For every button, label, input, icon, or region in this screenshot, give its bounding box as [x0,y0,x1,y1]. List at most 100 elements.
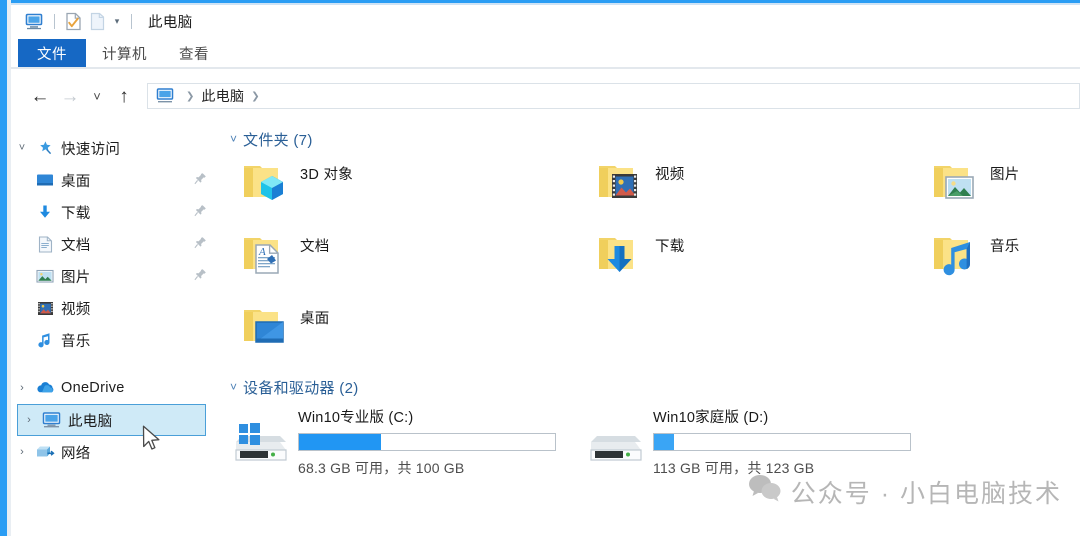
ribbon-divider [11,67,1080,69]
folder-downloads-icon [591,226,649,284]
sidebar-label-onedrive: OneDrive [61,380,125,396]
folder-3d-objects-icon [236,154,294,212]
group-title-folders: 文件夹 (7) [243,131,313,149]
sidebar-label-pictures: 图片 [61,269,91,286]
sidebar-label-music: 音乐 [61,333,91,350]
chevron-down-icon[interactable]: ˅ [11,142,33,154]
folder-item-documents[interactable]: A 文档 [222,226,577,298]
navigation-bar: ← → ˅ ↑ ❯ 此电脑 ❯ [11,78,1080,114]
drive-capacity-text: 68.3 GB 可用，共 100 GB [298,460,465,476]
folder-label: 图片 [990,167,1020,183]
breadcrumb-separator-2[interactable]: ❯ [251,91,259,102]
forward-button[interactable]: → [55,81,85,111]
folder-item-videos[interactable]: 视频 [577,154,912,226]
back-button[interactable]: ← [25,81,55,111]
tab-view[interactable]: 查看 [163,39,225,67]
tab-computer[interactable]: 计算机 [86,39,163,67]
sidebar-group-quick-access[interactable]: ˅ 快速访问 [11,132,216,164]
toolbar-separator-1 [54,13,55,29]
sidebar-label-network: 网络 [61,445,91,462]
folder-item-pictures[interactable]: 图片 [912,154,1080,226]
drive-info-c: Win10专业版 (C:) 68.3 GB 可用，共 100 GB [298,404,556,478]
sidebar-item-this-pc[interactable]: › 此电脑 [17,404,206,436]
folder-item-3d-objects[interactable]: 3D 对象 [222,154,577,226]
documents-icon [33,235,57,253]
pin-star-icon [33,140,57,157]
folder-videos-icon [591,154,649,212]
sidebar-item-desktop[interactable]: 桌面 [11,164,216,196]
explorer-body: ˅ 快速访问 桌面 下载 文档 图片 视频 音乐 › OneDrive › 此电… [11,120,1080,536]
sidebar-label-downloads: 下载 [61,205,91,222]
drive-label: Win10家庭版 (D:) [653,410,769,426]
videos-icon [33,301,57,316]
downloads-arrow-icon [33,204,57,220]
new-folder-icon[interactable] [86,10,108,32]
pin-icon[interactable] [194,172,207,188]
folders-grid: 3D 对象 视频 图片 A 文档 下载 音乐 桌面 [216,154,1080,370]
group-header-drives[interactable]: ˅ 设备和驱动器 (2) [216,374,1080,400]
folder-desktop-icon [236,298,294,356]
sidebar-item-documents[interactable]: 文档 [11,228,216,260]
sidebar-item-onedrive[interactable]: › OneDrive [11,372,216,404]
tab-file[interactable]: 文件 [18,39,86,67]
onedrive-cloud-icon [33,381,57,395]
content-pane: ˅ 文件夹 (7) 3D 对象 视频 图片 A 文档 下载 音乐 桌面 ˅ 设备… [216,120,1080,536]
drive-usage-bar [298,433,556,451]
folder-item-desktop[interactable]: 桌面 [222,298,577,370]
sidebar-item-videos[interactable]: 视频 [11,292,216,324]
drive-item-d[interactable]: Win10家庭版 (D:) 113 GB 可用，共 123 GB [577,404,1080,478]
drive-icon [585,418,647,476]
group-header-folders[interactable]: ˅ 文件夹 (7) [216,126,1080,152]
drive-usage-fill [654,434,675,450]
toolbar-separator-2 [131,13,132,29]
chevron-down-icon[interactable]: ˅ [230,132,237,146]
drive-capacity-text: 113 GB 可用，共 123 GB [653,460,815,476]
recent-locations-icon[interactable]: ˅ [85,81,109,111]
network-icon [33,444,57,460]
properties-icon[interactable] [62,10,84,32]
sidebar-label-videos: 视频 [61,301,91,318]
folder-label: 文档 [300,239,330,255]
address-bar[interactable]: ❯ 此电脑 ❯ [147,83,1080,109]
ribbon-tab-bar: 文件 计算机 查看 [11,39,1080,67]
customize-dropdown-icon[interactable]: ▾ [110,16,124,26]
drive-item-c[interactable]: Win10专业版 (C:) 68.3 GB 可用，共 100 GB [222,404,577,478]
pin-icon[interactable] [194,268,207,284]
sidebar-label-documents: 文档 [61,237,91,254]
title-bar: ▾ 此电脑 [11,5,1080,37]
pin-icon[interactable] [194,236,207,252]
sidebar-item-downloads[interactable]: 下载 [11,196,216,228]
drive-label: Win10专业版 (C:) [298,410,414,426]
up-button[interactable]: ↑ [109,81,139,111]
breadcrumb-separator-1: ❯ [186,90,195,102]
folder-music-icon [926,226,984,284]
sidebar-label-quick-access: 快速访问 [61,141,121,158]
folder-documents-icon: A [236,226,294,284]
folder-label: 音乐 [990,239,1020,255]
folder-pictures-icon [926,154,984,212]
chevron-right-icon[interactable]: › [11,446,33,458]
music-note-icon [33,332,57,349]
drive-usage-fill [299,434,381,450]
breadcrumb-this-pc[interactable]: 此电脑 [201,86,244,106]
window-title: 此电脑 [148,14,193,31]
chevron-right-icon[interactable]: › [11,382,33,394]
sidebar-item-pictures[interactable]: 图片 [11,260,216,292]
desktop-icon [33,173,57,188]
sidebar-label-this-pc: 此电脑 [68,413,113,430]
this-pc-icon[interactable] [23,10,45,32]
pin-icon[interactable] [194,204,207,220]
file-explorer-window: ▾ 此电脑 文件 计算机 查看 ← → ˅ ↑ ❯ 此电脑 ❯ ˅ 快速访问 桌… [0,0,1080,536]
drives-grid: Win10专业版 (C:) 68.3 GB 可用，共 100 GB Win10家… [216,404,1080,478]
folder-item-music[interactable]: 音乐 [912,226,1080,298]
sidebar-item-network[interactable]: › 网络 [11,436,216,468]
sidebar-item-music[interactable]: 音乐 [11,324,216,356]
folder-label: 3D 对象 [300,167,354,183]
this-pc-icon [40,412,64,428]
drive-usage-bar [653,433,911,451]
pictures-icon [33,269,57,284]
chevron-down-icon[interactable]: ˅ [230,380,237,394]
folder-item-downloads[interactable]: 下载 [577,226,912,298]
chevron-right-icon[interactable]: › [18,414,40,426]
